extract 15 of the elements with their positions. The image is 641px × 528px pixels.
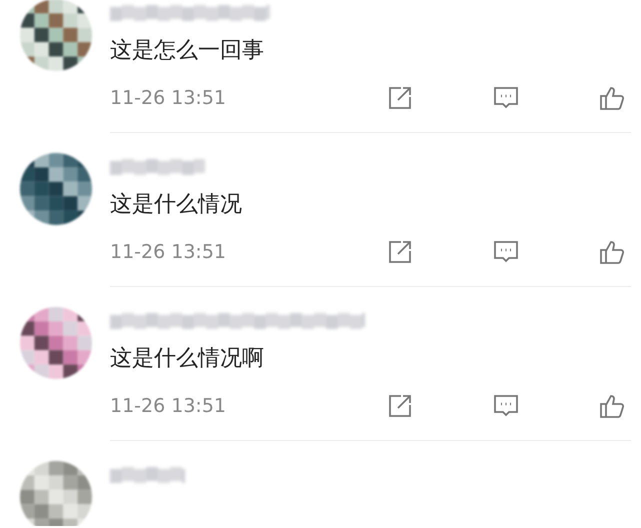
comment-time: 11-26 13:51 — [110, 87, 228, 109]
comment-text: 这是怎么一回事 — [110, 37, 265, 65]
share-icon[interactable] — [387, 239, 413, 265]
share-icon[interactable] — [387, 393, 413, 419]
share-icon[interactable] — [387, 85, 413, 111]
comment-time: 11-26 13:51 — [110, 395, 228, 417]
comment-text: 这是什么情况啊 — [110, 345, 265, 373]
like-icon[interactable] — [599, 239, 625, 265]
comment-icon[interactable] — [493, 85, 519, 111]
like-icon[interactable] — [599, 393, 625, 419]
comment-time: 11-26 13:51 — [110, 241, 228, 263]
comment-text: 这是什么情况 — [110, 191, 243, 219]
comment-icon[interactable] — [493, 393, 519, 419]
comment-icon[interactable] — [493, 239, 519, 265]
like-icon[interactable] — [599, 85, 625, 111]
